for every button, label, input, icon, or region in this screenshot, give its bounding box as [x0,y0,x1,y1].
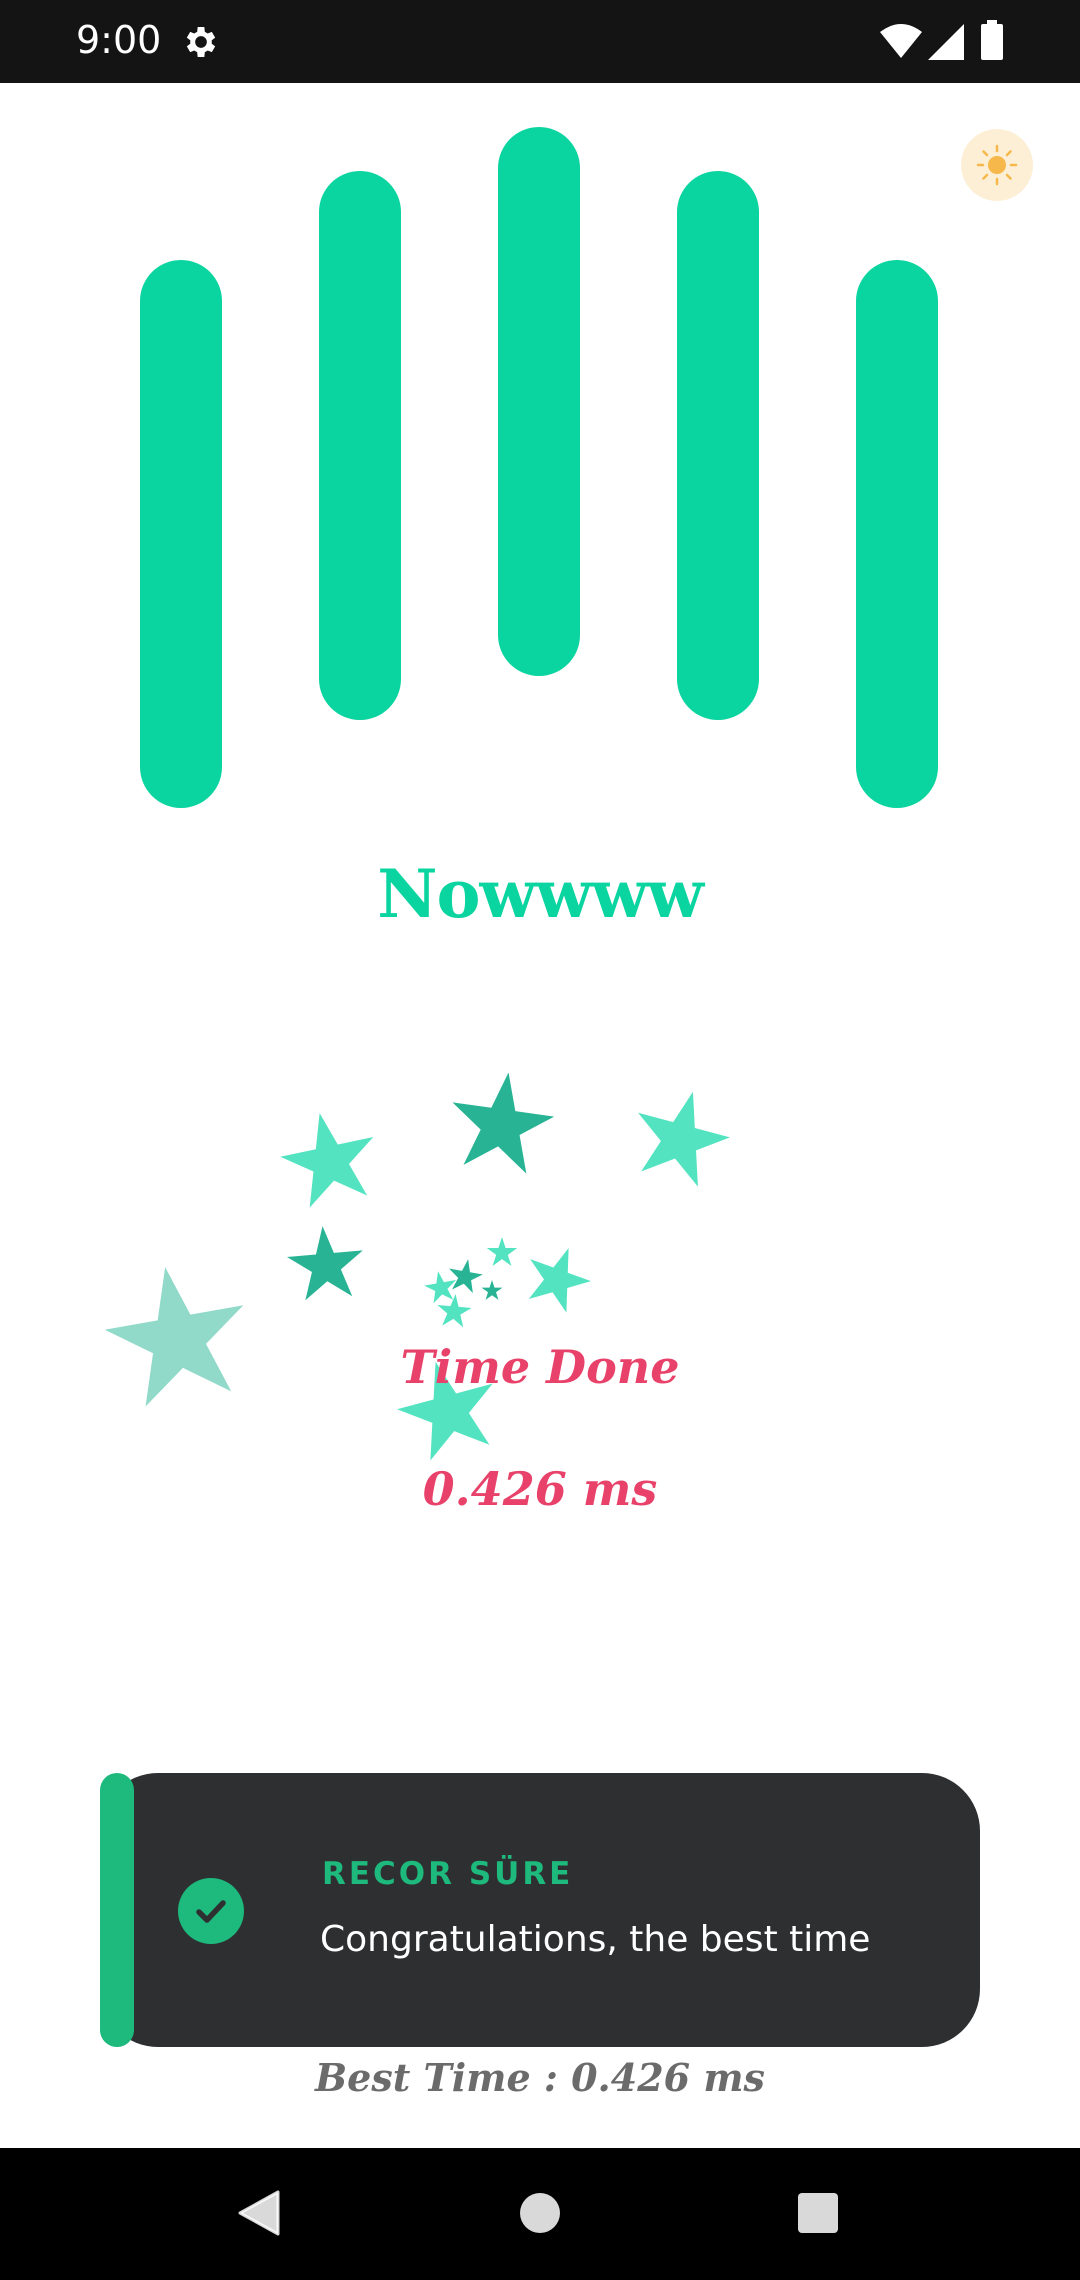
status-bar: 9:00 [0,0,1080,83]
cellular-signal-icon [928,24,964,60]
back-icon[interactable] [238,2190,280,2236]
sun-icon [976,144,1018,186]
screen: 9:00 Nowwww Time Done 0.426 ms RECOR SÜR… [0,0,1080,2280]
star-icon [444,1065,560,1177]
headline: Nowwww [377,855,704,933]
visualizer-bar [319,171,401,720]
visualizer-bar [498,127,580,676]
best-time-label: Best Time : 0.426 ms [315,2055,765,2100]
toast-notification[interactable]: RECOR SÜRE Congratulations, the best tim… [100,1773,980,2047]
theme-toggle-button[interactable] [961,129,1033,201]
recents-icon[interactable] [798,2193,838,2233]
star-icon [284,1222,367,1302]
home-icon[interactable] [520,2193,560,2233]
check-circle-icon [178,1878,244,1944]
visualizer-bar [140,260,222,808]
navigation-bar [0,2148,1080,2280]
visualizer-bar [856,260,938,808]
status-time: 9:00 [76,18,162,62]
star-icon [486,1237,518,1266]
toast-message: Congratulations, the best time [320,1919,871,1960]
visualizer-bar [677,171,759,720]
star-icon [435,1292,473,1328]
time-done-label: Time Done [400,1340,680,1394]
star-icon [481,1280,503,1300]
star-icon [273,1103,385,1212]
star-icon [445,1256,485,1295]
settings-icon [186,27,216,57]
stars-confetti [95,1065,739,1466]
time-done-value: 0.426 ms [422,1462,658,1516]
star-icon [517,1236,600,1317]
toast-title: RECOR SÜRE [322,1856,574,1892]
star-icon [623,1079,739,1192]
battery-icon [981,20,1003,60]
toast-accent-bar [100,1773,134,2047]
wifi-icon [880,24,922,58]
